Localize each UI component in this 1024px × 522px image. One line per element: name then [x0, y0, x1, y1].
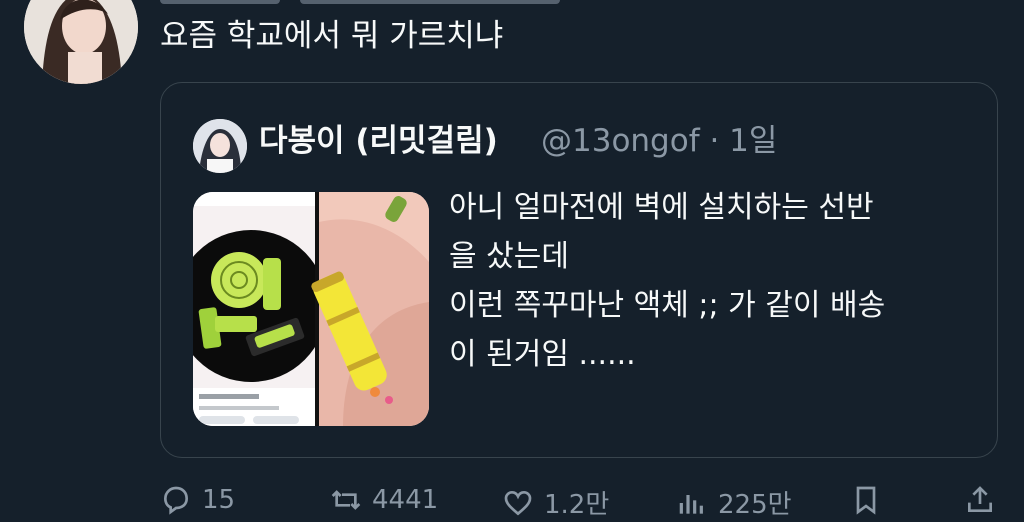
like-count: 1.2만	[544, 490, 610, 520]
quoted-tweet-card[interactable]: 다봉이 (리밋걸림) @13ongof · 1일 아니 얼마전에 벽에 설치하는…	[160, 82, 998, 458]
author-handle-cropped	[300, 0, 560, 4]
repost-count: 4441	[372, 485, 439, 515]
repost-icon	[331, 490, 361, 510]
quoted-display-name[interactable]: 다봉이 (리밋걸림)	[259, 119, 498, 163]
quoted-body-line: 이 된거임 ......	[449, 337, 636, 372]
quoted-handle-time[interactable]: @13ongof · 1일	[541, 119, 777, 163]
views-count: 225만	[718, 490, 792, 520]
bookmark-button[interactable]	[850, 484, 882, 516]
quoted-body-line: 이런 쪽꾸마난 액체 ;; 가 같이 배송	[449, 288, 886, 323]
quoted-body-line: 아니 얼마전에 벽에 설치하는 선반	[449, 190, 874, 225]
share-button[interactable]	[964, 484, 996, 516]
repost-button[interactable]: 4441	[330, 484, 438, 516]
like-button[interactable]: 1.2만	[502, 484, 609, 521]
bookmark-icon	[856, 486, 876, 515]
post-text: 요즘 학교에서 뭐 가르치냐	[160, 18, 504, 54]
reply-icon	[163, 486, 189, 515]
author-avatar[interactable]	[24, 0, 138, 84]
quoted-author-avatar[interactable]	[193, 119, 247, 173]
share-icon	[968, 486, 992, 512]
action-bar: 15 4441 1.2만 225만	[0, 478, 1024, 522]
views-button[interactable]: 225만	[676, 484, 792, 521]
views-icon	[679, 494, 703, 514]
quoted-body: 아니 얼마전에 벽에 설치하는 선반 을 샀는데 이런 쪽꾸마난 액체 ;; 가…	[449, 183, 979, 379]
quoted-body-line: 을 샀는데	[449, 239, 569, 274]
like-icon	[504, 490, 532, 515]
quoted-media-image[interactable]	[193, 192, 429, 426]
reply-button[interactable]: 15	[160, 484, 235, 516]
reply-count: 15	[202, 485, 236, 515]
author-header-cropped	[160, 0, 280, 4]
